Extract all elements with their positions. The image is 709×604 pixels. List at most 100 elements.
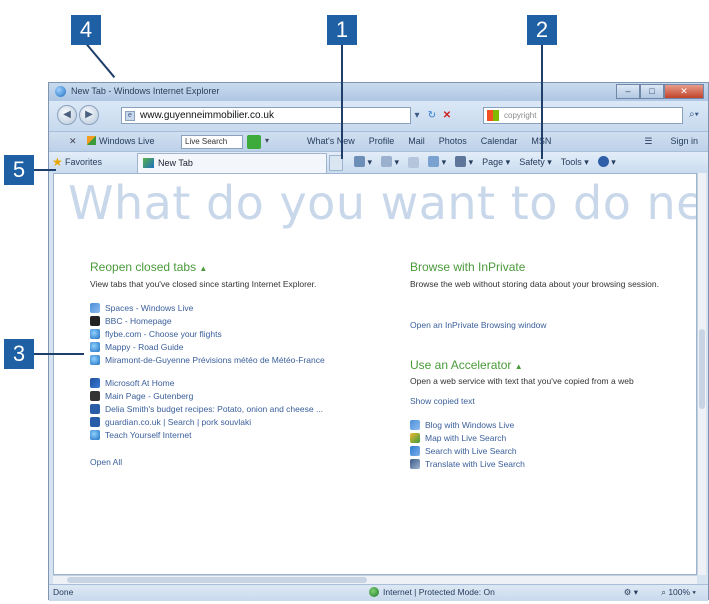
link-mail[interactable]: Mail <box>408 136 425 146</box>
back-button[interactable]: ◀ <box>57 105 77 125</box>
vertical-scroll-thumb[interactable] <box>699 329 705 409</box>
show-copied-text-link[interactable]: Show copied text <box>410 396 475 406</box>
list-item[interactable]: Map with Live Search <box>410 432 506 444</box>
window-title: New Tab - Windows Internet Explorer <box>71 86 220 96</box>
reopen-desc: View tabs that you've closed since start… <box>90 279 317 289</box>
safety-menu[interactable]: Safety ▾ <box>519 157 552 168</box>
windows-live-toolbar: ✕ Windows Live Live Search ▾ What's New … <box>49 131 708 152</box>
list-item[interactable]: guardian.co.uk | Search | pork souvlaki <box>90 416 251 428</box>
list-item[interactable]: Miramont-de-Guyenne Prévisions météo de … <box>90 354 325 366</box>
vertical-scrollbar[interactable] <box>697 173 706 575</box>
list-item[interactable]: Microsoft At Home <box>90 377 174 389</box>
inprivate-desc: Browse the web without storing data abou… <box>410 279 659 289</box>
status-tools-icon[interactable]: ⚙ ▾ <box>624 587 638 598</box>
bbc-icon <box>90 316 100 326</box>
guardian-icon <box>90 417 100 427</box>
translate-icon <box>410 459 420 469</box>
list-item[interactable]: Mappy - Road Guide <box>90 341 183 353</box>
zoom-level[interactable]: ⌕ 100% ▾ <box>661 587 696 598</box>
list-item[interactable]: Translate with Live Search <box>410 458 525 470</box>
list-item[interactable]: Teach Yourself Internet <box>90 429 191 441</box>
callout-1-leader <box>341 45 343 159</box>
feeds-icon[interactable]: ▾ <box>381 156 399 168</box>
status-text: Done <box>53 587 74 597</box>
callout-4-leader <box>86 43 116 78</box>
ie-page-icon <box>90 329 100 339</box>
home-icon[interactable]: ▾ <box>354 156 372 168</box>
map-icon <box>410 433 420 443</box>
live-links: What's New Profile Mail Photos Calendar … <box>307 136 551 146</box>
search-box[interactable]: copyright <box>483 107 683 124</box>
list-item[interactable]: BBC - Homepage <box>90 315 172 327</box>
callout-3: 3 <box>4 339 34 369</box>
status-bar: Done Internet | Protected Mode: On ⚙ ▾ ⌕… <box>49 584 708 601</box>
spaces-icon <box>90 303 100 313</box>
ie-logo-icon <box>55 86 66 97</box>
link-photos[interactable]: Photos <box>439 136 467 146</box>
tools-menu[interactable]: Tools ▾ <box>561 157 589 168</box>
callout-3-leader <box>34 353 84 355</box>
print-icon[interactable]: ▾ <box>455 156 473 168</box>
page-menu[interactable]: Page ▾ <box>482 157 510 168</box>
mail-icon[interactable] <box>408 156 420 168</box>
live-dropdown-icon[interactable]: ▾ <box>265 136 269 145</box>
address-bar[interactable]: e www.guyenneimmobilier.co.uk <box>121 107 411 124</box>
close-window-button[interactable]: ✕ <box>664 84 704 99</box>
page-content: What do you want to do next? Reopen clos… <box>53 173 697 575</box>
title-bar[interactable]: New Tab - Windows Internet Explorer – □ … <box>49 83 708 101</box>
sign-in-link[interactable]: Sign in <box>670 136 698 147</box>
dropdown-icon[interactable]: ▾ <box>411 110 423 121</box>
horizontal-scrollbar[interactable] <box>53 575 697 584</box>
search-go-icon[interactable]: ⌕▾ <box>689 109 699 120</box>
browser-window: New Tab - Windows Internet Explorer – □ … <box>48 82 709 601</box>
link-calendar[interactable]: Calendar <box>481 136 518 146</box>
live-right: ☰ Sign in <box>644 136 698 147</box>
open-all-link[interactable]: Open All <box>90 457 122 467</box>
refresh-icon[interactable]: ↻ <box>426 110 438 121</box>
horizontal-scroll-thumb[interactable] <box>67 577 367 583</box>
reopen-closed-tabs-title[interactable]: Reopen closed tabs ▲ <box>90 260 207 274</box>
favorites-button[interactable]: ★ Favorites <box>49 153 124 172</box>
research-icon[interactable]: ▾ <box>428 156 446 168</box>
list-item[interactable]: Blog with Windows Live <box>410 419 514 431</box>
inprivate-link[interactable]: Open an InPrivate Browsing window <box>410 320 547 330</box>
address-url: www.guyenneimmobilier.co.uk <box>140 110 274 121</box>
list-item[interactable]: Main Page - Gutenberg <box>90 390 193 402</box>
maximize-button[interactable]: □ <box>640 84 664 99</box>
tab-label: New Tab <box>158 158 193 168</box>
tab-new-tab[interactable]: New Tab <box>137 153 327 173</box>
live-search-icon <box>487 110 499 121</box>
callout-4: 4 <box>71 15 101 45</box>
list-item[interactable]: Delia Smith's budget recipes: Potato, on… <box>90 403 323 415</box>
accelerator-title[interactable]: Use an Accelerator ▲ <box>410 358 523 372</box>
callout-1: 1 <box>327 15 357 45</box>
security-zone[interactable]: Internet | Protected Mode: On <box>369 587 495 597</box>
gutenberg-icon <box>90 391 100 401</box>
windows-live-logo[interactable]: Windows Live <box>87 136 155 146</box>
callout-5-leader <box>34 169 56 171</box>
tab-row: ★ Favorites New Tab ▾ ▾ ▾ ▾ Page ▾ Safet… <box>49 151 708 173</box>
callout-2: 2 <box>527 15 557 45</box>
link-whats-new[interactable]: What's New <box>307 136 355 146</box>
live-search-go-button[interactable] <box>247 135 261 149</box>
list-item[interactable]: Search with Live Search <box>410 445 517 457</box>
favorites-label: Favorites <box>65 157 103 167</box>
toolbar-close-icon[interactable]: ✕ <box>69 136 77 147</box>
inprivate-title[interactable]: Browse with InPrivate <box>410 260 525 274</box>
help-icon[interactable]: ▾ <box>597 156 616 168</box>
live-search-input[interactable]: Live Search <box>181 135 243 149</box>
callout-5: 5 <box>4 155 34 185</box>
forward-button[interactable]: ▶ <box>79 105 99 125</box>
list-item[interactable]: flybe.com - Choose your flights <box>90 328 222 340</box>
minimize-button[interactable]: – <box>616 84 640 99</box>
stop-icon[interactable]: ✕ <box>441 110 453 121</box>
ie-page-icon <box>90 355 100 365</box>
search-placeholder: copyright <box>504 111 537 120</box>
accelerator-desc: Open a web service with text that you've… <box>410 376 634 386</box>
settings-icon[interactable]: ☰ <box>644 136 652 147</box>
list-item[interactable]: Spaces - Windows Live <box>90 302 193 314</box>
link-profile[interactable]: Profile <box>369 136 395 146</box>
search-icon <box>410 446 420 456</box>
address-tools: ▾ ↻ ✕ <box>411 107 453 124</box>
collapse-icon: ▲ <box>199 264 208 273</box>
